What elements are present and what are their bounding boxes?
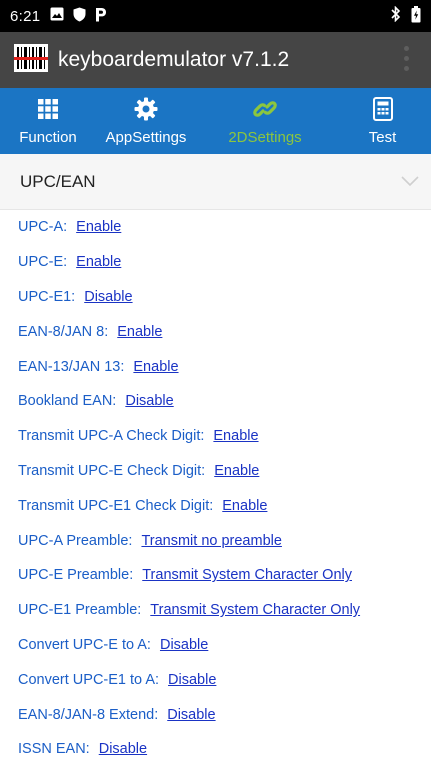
tab-label: Test xyxy=(368,129,397,146)
setting-label: UPC-E1 Preamble: xyxy=(18,602,142,619)
chevron-down-icon[interactable] xyxy=(401,174,419,192)
setting-value-link[interactable]: Transmit System Character Only xyxy=(150,602,360,618)
setting-value-link[interactable]: Enable xyxy=(213,428,258,444)
setting-value-link[interactable]: Enable xyxy=(117,324,162,340)
bluetooth-icon xyxy=(391,5,401,26)
setting-value-link[interactable]: Disable xyxy=(160,637,208,653)
setting-value-link[interactable]: Disable xyxy=(167,707,215,723)
calculator-icon xyxy=(372,95,393,123)
setting-row-convert-upc-e1: Convert UPC-E1 to A: Disable xyxy=(0,662,431,697)
setting-label: Transmit UPC-E Check Digit: xyxy=(18,462,206,479)
barcode-scanner-icon xyxy=(14,43,48,77)
setting-label: UPC-E Preamble: xyxy=(18,567,134,584)
tab-label: AppSettings xyxy=(105,129,187,146)
status-icons-right xyxy=(391,5,421,27)
setting-label: Transmit UPC-A Check Digit: xyxy=(18,428,205,445)
setting-row-issn-ean: ISSN EAN: Disable xyxy=(0,732,431,767)
setting-value-link[interactable]: Enable xyxy=(76,254,121,270)
setting-value-link[interactable]: Disable xyxy=(99,741,147,757)
setting-row-bookland-ean: Bookland EAN: Disable xyxy=(0,384,431,419)
setting-label: ISSN EAN: xyxy=(18,741,90,758)
setting-row-convert-upc-e: Convert UPC-E to A: Disable xyxy=(0,628,431,663)
section-selector[interactable]: UPC/EAN xyxy=(0,154,431,210)
setting-value-link[interactable]: Enable xyxy=(76,219,121,235)
setting-row-upc-a-preamble: UPC-A Preamble: Transmit no preamble xyxy=(0,523,431,558)
setting-label: EAN-8/JAN-8 Extend: xyxy=(18,706,159,723)
setting-row-ean-8: EAN-8/JAN 8: Enable xyxy=(0,314,431,349)
shield-icon xyxy=(73,7,86,26)
setting-row-upc-e: UPC-E: Enable xyxy=(0,245,431,280)
setting-row-upc-e-check-digit: Transmit UPC-E Check Digit: Enable xyxy=(0,454,431,489)
setting-label: EAN-8/JAN 8: xyxy=(18,323,109,340)
image-icon xyxy=(50,7,64,25)
settings-list: UPC-A: Enable UPC-E: Enable UPC-E1: Disa… xyxy=(0,210,431,767)
setting-value-link[interactable]: Enable xyxy=(133,359,178,375)
app-title: keyboardemulator v7.1.2 xyxy=(58,48,290,71)
setting-row-upc-a: UPC-A: Enable xyxy=(0,210,431,245)
link-icon xyxy=(252,95,278,123)
status-icons-left xyxy=(50,7,107,26)
setting-row-ean-13: EAN-13/JAN 13: Enable xyxy=(0,349,431,384)
setting-value-link[interactable]: Disable xyxy=(168,672,216,688)
setting-row-ean-8-extend: EAN-8/JAN-8 Extend: Disable xyxy=(0,697,431,732)
setting-label: Convert UPC-E1 to A: xyxy=(18,671,160,688)
overflow-menu-icon[interactable] xyxy=(404,46,409,71)
gear-icon xyxy=(134,95,158,123)
setting-label: UPC-E: xyxy=(18,254,68,271)
setting-row-upc-e1-preamble: UPC-E1 Preamble: Transmit System Charact… xyxy=(0,593,431,628)
setting-label: UPC-A Preamble: xyxy=(18,532,133,549)
setting-label: Convert UPC-E to A: xyxy=(18,636,151,653)
setting-value-link[interactable]: Enable xyxy=(222,498,267,514)
setting-label: Transmit UPC-E1 Check Digit: xyxy=(18,497,214,514)
tab-label: 2DSettings xyxy=(228,129,302,146)
p-icon xyxy=(95,7,107,26)
setting-row-upc-a-check-digit: Transmit UPC-A Check Digit: Enable xyxy=(0,419,431,454)
status-bar: 6:21 xyxy=(0,0,431,32)
tab-appsettings[interactable]: AppSettings xyxy=(96,88,196,154)
setting-value-link[interactable]: Transmit no preamble xyxy=(141,533,282,549)
tab-function[interactable]: Function xyxy=(0,88,96,154)
tab-label: Function xyxy=(19,129,77,146)
setting-label: Bookland EAN: xyxy=(18,393,117,410)
tab-bar: Function AppSettings 2DSettings Test xyxy=(0,88,431,154)
setting-row-upc-e1-check-digit: Transmit UPC-E1 Check Digit: Enable xyxy=(0,488,431,523)
setting-label: UPC-E1: xyxy=(18,288,76,305)
setting-label: UPC-A: xyxy=(18,219,68,236)
setting-value-link[interactable]: Disable xyxy=(84,289,132,305)
app-bar: keyboardemulator v7.1.2 xyxy=(0,32,431,88)
setting-value-link[interactable]: Disable xyxy=(125,393,173,409)
section-title: UPC/EAN xyxy=(20,171,96,191)
setting-value-link[interactable]: Enable xyxy=(214,463,259,479)
battery-icon xyxy=(411,5,421,27)
status-time: 6:21 xyxy=(10,7,41,25)
setting-row-upc-e-preamble: UPC-E Preamble: Transmit System Characte… xyxy=(0,558,431,593)
grid-icon xyxy=(37,95,59,123)
tab-2dsettings[interactable]: 2DSettings xyxy=(196,88,334,154)
setting-value-link[interactable]: Transmit System Character Only xyxy=(142,567,352,583)
tab-test[interactable]: Test xyxy=(334,88,431,154)
setting-row-upc-e1: UPC-E1: Disable xyxy=(0,280,431,315)
setting-label: EAN-13/JAN 13: xyxy=(18,358,125,375)
